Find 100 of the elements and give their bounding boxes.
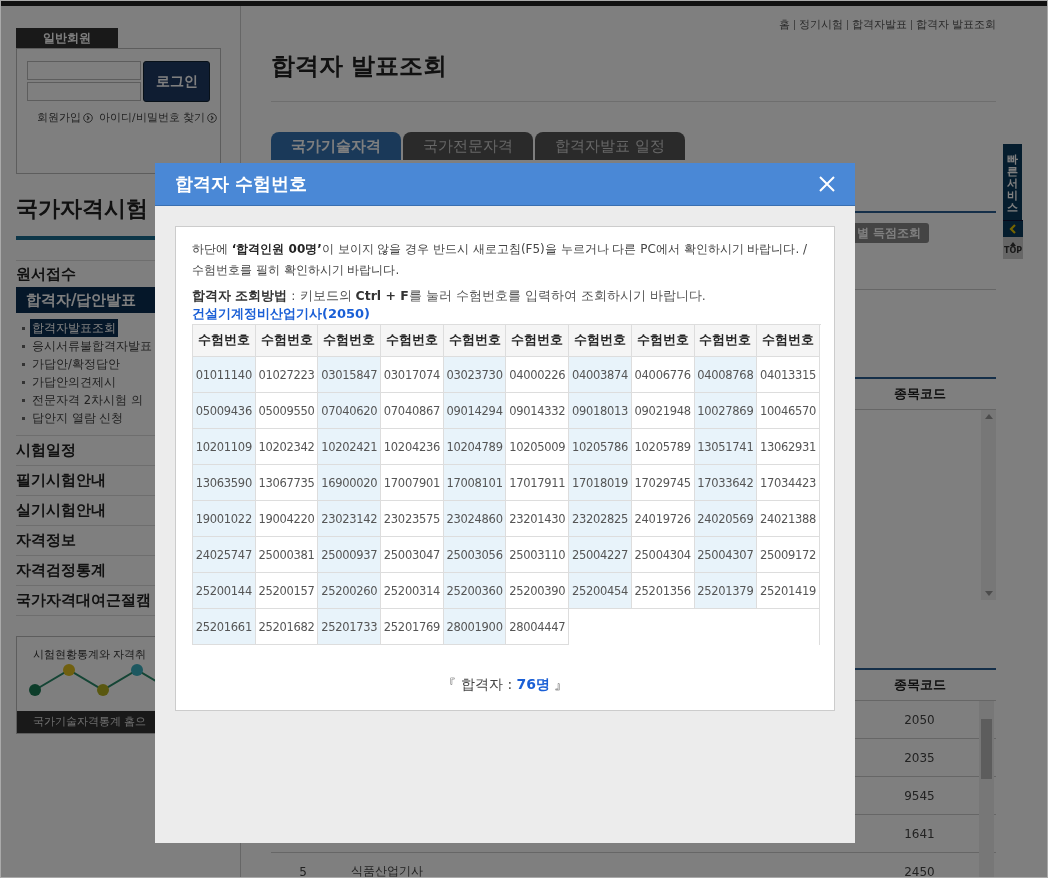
up-arrow-icon	[1010, 241, 1016, 246]
table-cell: 10201109	[193, 429, 256, 465]
table-cell-text: 5	[298, 864, 308, 877]
table-cell: 24021388	[757, 501, 820, 537]
table-cell: 03017074	[381, 357, 444, 393]
table-cell: 19004220	[255, 501, 319, 537]
column-header: 수험번호	[255, 325, 319, 357]
table-cell: 25200360	[443, 573, 507, 609]
submenu-item[interactable]: 응시서류불합격자발표	[30, 337, 154, 355]
table-cell: 25200314	[381, 573, 444, 609]
quick-service-tab[interactable]: 빠른서비스	[1003, 144, 1022, 221]
table-cell: 17034423	[757, 465, 820, 501]
submenu-item[interactable]: 답안지 열람 신청	[30, 409, 126, 427]
chevron-circle-icon[interactable]	[83, 113, 93, 123]
table-cell: 25009172	[757, 537, 820, 573]
table-cell: 23024860	[443, 501, 507, 537]
stats-home-link[interactable]: 국가기술자격통계 홈으	[17, 711, 156, 733]
table-cell: 25201379	[694, 573, 758, 609]
table-cell: 17007901	[381, 465, 444, 501]
table-cell: 25201682	[255, 609, 319, 645]
chevron-left-icon[interactable]	[1009, 224, 1017, 235]
table-cell: 10202421	[318, 429, 382, 465]
table-cell: 04006776	[631, 357, 695, 393]
table-cell-text: 2035	[903, 750, 936, 765]
table-cell: 05009436	[193, 393, 256, 429]
search-method-text: 합격자 조회방법 : 키보드의 Ctrl + F를 눌러 수험번호를 입력하여 조회하시기 바랍니다.	[192, 287, 707, 305]
exam-name: 건설기계정비산업기사(2050)	[192, 305, 372, 322]
total-count: 『 합격자 : 76명 』	[441, 676, 570, 694]
table-cell: 25004307	[694, 537, 758, 573]
password-field[interactable]	[27, 82, 141, 101]
table-cell: 25200390	[506, 573, 570, 609]
scrollbar[interactable]	[981, 410, 996, 600]
table-cell: 04003874	[569, 357, 632, 393]
menu-item[interactable]: 원서접수	[16, 261, 156, 287]
table-cell: 25200144	[193, 573, 256, 609]
table-cell: 09014294	[443, 393, 507, 429]
column-header: 수험번호	[694, 325, 758, 357]
table-cell: 13067735	[255, 465, 319, 501]
tab[interactable]: 합격자발표 일정	[535, 132, 685, 160]
table-cell: 10046570	[757, 393, 820, 429]
table-cell: 25004304	[631, 537, 695, 573]
modal-title: 합격자 수험번호	[175, 172, 308, 196]
table-cell-text: 식품산업기사	[350, 863, 424, 877]
login-link[interactable]: 아이디/비밀번호 찾기	[99, 111, 217, 125]
table-cell: 09021948	[631, 393, 695, 429]
breadcrumb-link[interactable]: 정기시험	[798, 15, 843, 35]
breadcrumb-link[interactable]: 홈	[778, 15, 790, 35]
table-cell: 25003056	[443, 537, 507, 573]
table-cell: 10205786	[569, 429, 632, 465]
column-header: 수험번호	[569, 325, 632, 357]
login-link[interactable]: 회원가입	[37, 111, 93, 125]
submenu-item[interactable]: 가답안의견제시	[30, 373, 118, 391]
table-cell: 07040620	[318, 393, 382, 429]
table-cell: 25200157	[255, 573, 319, 609]
table-cell: 01027223	[255, 357, 319, 393]
page-title: 합격자 발표조회	[271, 51, 449, 82]
submenu-item[interactable]: 가답안/확정답안	[30, 355, 122, 373]
column-header: 종목코드	[892, 385, 947, 403]
table-cell: 10202342	[255, 429, 319, 465]
top-button[interactable]: TOP	[1003, 237, 1023, 260]
table-cell: 25000937	[318, 537, 382, 573]
table-cell: 25004227	[569, 537, 632, 573]
table-cell: 25201769	[381, 609, 444, 645]
table-cell: 24020569	[694, 501, 758, 537]
member-label: 일반회원	[16, 28, 118, 48]
table-cell-text: 2050	[903, 712, 936, 727]
login-button[interactable]: 로그인	[143, 61, 210, 102]
table-cell: 05009550	[255, 393, 319, 429]
tab[interactable]: 국가기술자격	[271, 132, 401, 160]
table-cell: 01011140	[193, 357, 256, 393]
table-cell: 28001900	[443, 609, 507, 645]
chevron-circle-icon[interactable]	[206, 113, 217, 123]
tab[interactable]: 국가전문자격	[403, 132, 533, 160]
up-arrow-icon[interactable]	[984, 414, 993, 419]
table-cell: 09018013	[569, 393, 632, 429]
breadcrumb-link[interactable]: 합격자 발표조회	[915, 15, 996, 35]
scrollbar[interactable]	[979, 701, 994, 877]
table-cell: 13062931	[757, 429, 820, 465]
menu-item[interactable]: 합격자/답안발표	[16, 287, 156, 313]
table-cell: 07040867	[381, 393, 444, 429]
column-header: 수험번호	[757, 325, 820, 357]
breadcrumb-link[interactable]: 합격자발표	[851, 15, 907, 35]
column-header: 수험번호	[381, 325, 444, 357]
section-title: 국가자격시험	[16, 195, 149, 223]
table-cell: 09014332	[506, 393, 570, 429]
table-cell: 13051741	[694, 429, 758, 465]
notice-text: 하단에 ‘합격인원 00명’이 보이지 않을 경우 반드시 새로고침(F5)을 누르거나 다른 PC에서 확인하시기 바랍니다. / 수험번호를 필히 확인하시기 바랍니다.	[192, 241, 809, 279]
close-icon[interactable]	[817, 174, 837, 194]
submenu-item[interactable]: 합격자발표조회	[30, 319, 118, 337]
column-header: 종목코드	[892, 676, 947, 694]
column-header: 수험번호	[318, 325, 382, 357]
table-cell: 23201430	[506, 501, 570, 537]
table-cell: 10205009	[506, 429, 570, 465]
down-arrow-icon[interactable]	[984, 591, 993, 596]
table-cell: 23023575	[381, 501, 444, 537]
table-cell: 19001022	[193, 501, 256, 537]
table-cell: 25200260	[318, 573, 382, 609]
id-field[interactable]	[27, 61, 141, 80]
table-cell: 25201733	[318, 609, 382, 645]
submenu-item[interactable]: 전문자격 2차시험 의	[30, 391, 145, 409]
